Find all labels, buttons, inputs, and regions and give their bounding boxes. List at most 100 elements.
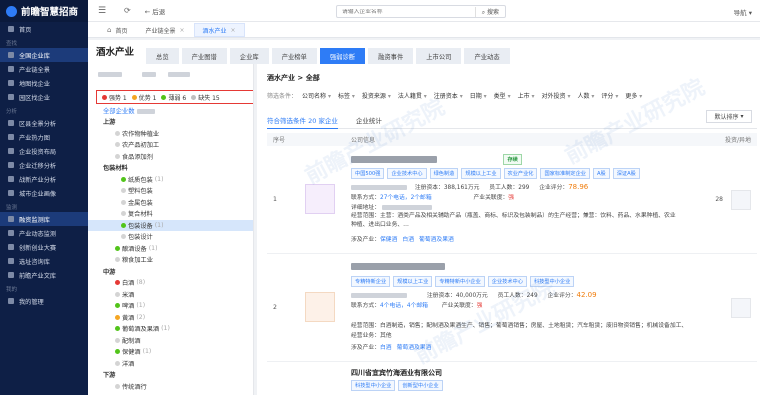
main-tabs: 总览 产业图谱 企业库 产业榜单 强弱诊断 融资事件 上市公司 产业动态 [146,48,513,64]
sidebar-item[interactable]: 企业迁移分析 [0,158,88,172]
legend-item[interactable]: 强势 1 [102,93,127,102]
tab-chain[interactable]: 产业链全景 × [136,23,193,37]
tree-node[interactable]: 洋酒 [88,358,253,370]
tree-node[interactable]: 上游 [88,116,253,128]
tree-node[interactable]: 葡萄酒及果酒 (1) [88,323,253,335]
sub-tabs: 符合筛选条件 20 家企业 企业统计 [267,112,757,129]
main-tab[interactable]: 企业库 [229,48,269,64]
tree-node[interactable]: 传统酒行 [88,381,253,393]
company-name[interactable] [351,262,445,270]
contact-link[interactable]: 4个电话，4个邮箱 [380,303,428,309]
tree-node[interactable]: 米酒 [88,289,253,301]
nav-icon [8,244,14,250]
sidebar-item[interactable]: 园区找企业 [0,90,88,104]
search-button[interactable]: ⌕ 搜索 [474,6,505,17]
close-icon[interactable]: × [231,27,236,34]
tree-node[interactable]: 农产品初加工 [88,139,253,151]
tree-node[interactable]: 保健酒 (1) [88,346,253,358]
tree-node[interactable]: 下游 [88,369,253,381]
sidebar-item[interactable]: 产业链全景 [0,62,88,76]
legend-item[interactable]: 缺失 15 [191,93,220,102]
sidebar-item[interactable]: 全国企业库 [0,48,88,62]
tree-node[interactable]: 农作物种植业 [88,128,253,140]
refresh-icon[interactable]: ⟳ [124,6,131,15]
col-index: 序号 [273,137,286,144]
filter-dropdown[interactable]: 标签 ▾ [338,91,355,100]
contact-link[interactable]: 27个电话，2个邮箱 [380,195,432,201]
main-tab[interactable]: 产业图谱 [181,48,227,64]
tree-node[interactable]: 包装材料 [88,162,253,174]
tab-home[interactable]: ⌂ 首页 [98,23,136,37]
tab-results[interactable]: 符合筛选条件 20 家企业 [267,112,338,129]
tree-node[interactable]: 食品添加剂 [88,151,253,163]
tree-node-label: 保健酒 [122,349,141,357]
industry-link[interactable]: 保健酒 [380,237,397,243]
filter-dropdown[interactable]: 类型 ▾ [494,91,511,100]
sidebar-item[interactable]: 企业投资布局 [0,144,88,158]
menu-icon[interactable]: ☰ [98,6,110,16]
sidebar-item[interactable]: 产业热力图 [0,130,88,144]
filter-dropdown[interactable]: 公司名称 ▾ [302,91,331,100]
filter-dropdown[interactable]: 对外投资 ▾ [542,91,571,100]
tree-node[interactable]: 包装设备 (1) [88,219,253,231]
main-tab[interactable]: 强弱诊断 [319,48,366,64]
close-icon[interactable]: × [179,27,184,34]
tree-node[interactable]: 配制酒 [88,335,253,347]
filter-dropdown[interactable]: 日期 ▾ [470,91,487,100]
sidebar-item[interactable]: 城市企业画像 [0,186,88,200]
sidebar-item[interactable]: 我的管理 [0,294,88,308]
industry-link[interactable]: 白酒 [380,345,392,351]
tree-node-label: 啤酒 [122,303,135,311]
tree-node[interactable]: 中游 [88,266,253,278]
industry-label: 涉及产业： [351,345,380,351]
filter-dropdown[interactable]: 人数 ▾ [577,91,594,100]
main-tab[interactable]: 上市公司 [416,48,462,64]
legend-item[interactable]: 优势 1 [131,93,156,102]
filter-dropdown[interactable]: 评分 ▾ [601,91,618,100]
search-input[interactable] [337,8,475,15]
sidebar-item[interactable]: 区县全景分析 [0,116,88,130]
tree-node-label: 纸质包装 [128,176,153,184]
tree-node[interactable]: 包装设计 [88,231,253,243]
tree-node[interactable]: 复合材料 [88,208,253,220]
back-button[interactable]: ← 后退 [145,6,166,16]
industry-link[interactable]: 白酒 [402,237,414,243]
tree-node[interactable]: 粮食加工业 [88,254,253,266]
table-row[interactable]: 四川省宜宾竹海酒业有限公司 科技型中小企业 创新型中小企业 [267,362,757,395]
company-tag: 国家标准制定企业 [540,168,590,179]
sidebar-item[interactable]: 选址咨询库 [0,254,88,268]
filter-dropdown[interactable]: 投资来源 ▾ [362,91,391,100]
main-tab[interactable]: 总览 [146,48,179,64]
industry-link[interactable]: 葡萄酒及果酒 [419,237,454,243]
sidebar-item-label: 首页 [19,26,32,34]
sidebar-item[interactable]: 创新创业大赛 [0,240,88,254]
legend-item[interactable]: 薄弱 6 [161,93,186,102]
filter-dropdown[interactable]: 上市 ▾ [518,91,535,100]
tree-node[interactable]: 纸质包装 (1) [88,174,253,186]
sort-dropdown[interactable]: 默认排序 ▾ [706,110,752,123]
sidebar-item[interactable]: 前瞻产业文库 [0,268,88,282]
sidebar-item[interactable]: 地图找企业 [0,76,88,90]
tab-liquor[interactable]: 酒水产业 × [193,23,245,37]
node-status-dot-icon [121,176,126,182]
sidebar-item[interactable]: 产业动态监测 [0,226,88,240]
main-tab[interactable]: 产业榜单 [271,48,317,64]
sidebar-item[interactable]: 战新产业分析 [0,172,88,186]
sidebar-item[interactable]: 融资监测库 [0,212,88,226]
nav-dropdown[interactable]: 导航 ▾ [734,7,752,17]
tree-node[interactable]: 黄酒 (2) [88,312,253,324]
sidebar-item[interactable]: 首页 [0,22,88,36]
tree-node[interactable]: 塑料包装 [88,185,253,197]
legend-label: 缺失 15 [198,94,220,102]
contact-label: 联系方式： [351,195,380,201]
tree-node[interactable]: 白酒 (8) [88,277,253,289]
tree-node[interactable]: 酿酒设备 (1) [88,243,253,255]
tree-node[interactable]: 啤酒 (1) [88,300,253,312]
company-name[interactable]: 四川省宜宾竹海酒业有限公司 [351,368,442,378]
tree-node[interactable]: 金属包装 [88,197,253,209]
all-nodes-link[interactable]: 全部企业数 [103,106,155,115]
blurred-text [98,71,122,77]
main-tab[interactable]: 产业动态 [464,48,510,64]
nav-icon [8,258,14,264]
main-tab[interactable]: 融资事件 [368,48,414,64]
